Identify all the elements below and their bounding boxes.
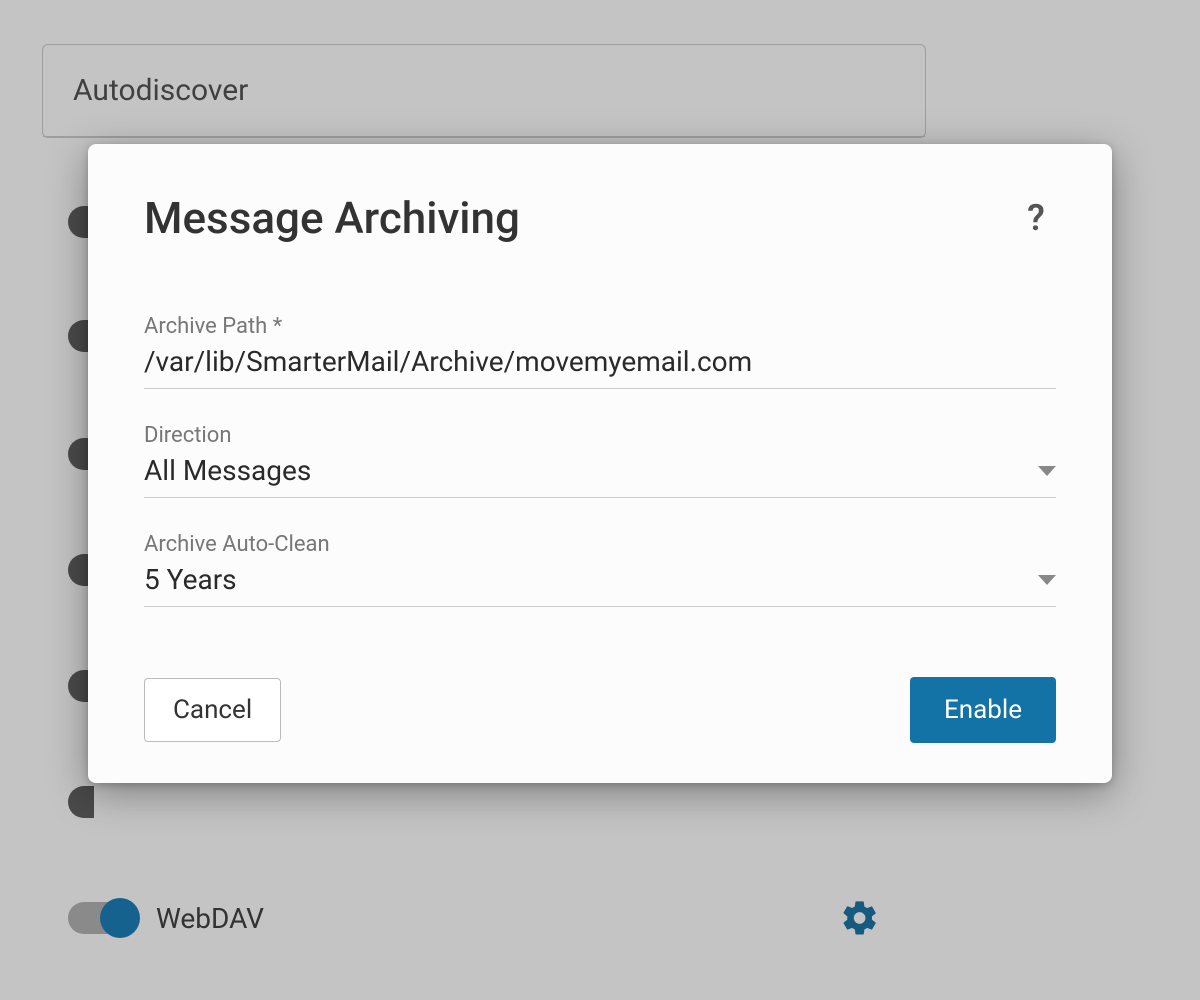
archive-path-input-row: [144, 345, 1056, 389]
modal-footer: Cancel Enable: [144, 677, 1056, 743]
message-archiving-modal: Message Archiving ? Archive Path * Direc…: [88, 144, 1112, 783]
cancel-button[interactable]: Cancel: [144, 678, 281, 742]
modal-title: Message Archiving: [144, 192, 520, 244]
direction-field: Direction All Messages: [144, 423, 1056, 498]
enable-button[interactable]: Enable: [910, 677, 1056, 743]
auto-clean-value: 5 Years: [144, 563, 1026, 596]
modal-overlay: Message Archiving ? Archive Path * Direc…: [0, 0, 1200, 1000]
direction-label: Direction: [144, 423, 1056, 448]
help-icon[interactable]: ?: [1016, 197, 1056, 239]
auto-clean-label: Archive Auto-Clean: [144, 532, 1056, 557]
archive-path-field: Archive Path *: [144, 314, 1056, 389]
modal-header: Message Archiving ?: [144, 192, 1056, 244]
chevron-down-icon: [1038, 575, 1056, 585]
archive-path-label: Archive Path *: [144, 314, 1056, 339]
direction-value: All Messages: [144, 454, 1026, 487]
direction-select[interactable]: All Messages: [144, 454, 1056, 498]
chevron-down-icon: [1038, 466, 1056, 476]
auto-clean-select[interactable]: 5 Years: [144, 563, 1056, 607]
archive-path-input[interactable]: [144, 345, 1056, 378]
auto-clean-field: Archive Auto-Clean 5 Years: [144, 532, 1056, 607]
